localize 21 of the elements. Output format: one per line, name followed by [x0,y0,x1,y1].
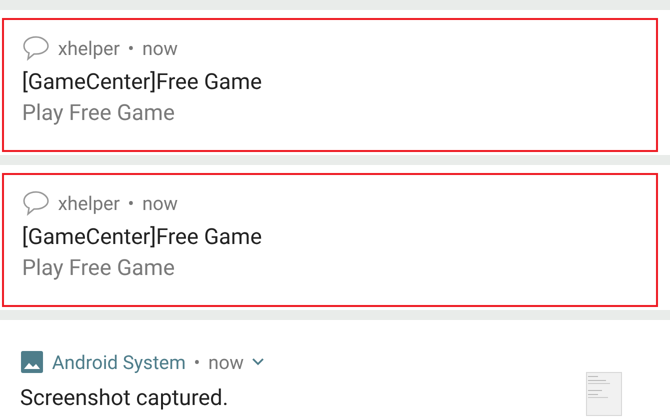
image-icon [20,350,44,374]
app-name: Android System [52,350,186,374]
app-name: xhelper [58,36,120,60]
notification-card[interactable]: xhelper • now [GameCenter]Free Game Play Free Game [0,165,670,310]
notification-card[interactable]: xhelper • now [GameCenter]Free Game Play Free Game [0,10,670,155]
separator-dot: • [128,36,134,60]
timestamp: now [208,350,244,374]
notification-title: Screenshot captured. [20,386,228,411]
separator-dot: • [194,350,200,374]
notification-title: [GameCenter]Free Game [22,225,263,250]
notification-card[interactable]: Android System • now Screenshot captured. [0,320,670,419]
notification-text: Play Free Game [22,256,176,281]
notification-text: Play Free Game [22,101,176,126]
chat-bubble-icon [22,35,50,61]
app-name: xhelper [58,192,120,214]
timestamp: now [142,36,178,60]
timestamp: now [142,192,178,214]
notification-title: [GameCenter]Free Game [22,70,263,95]
separator-dot: • [128,192,134,214]
chat-bubble-icon [22,190,50,216]
chevron-down-icon[interactable] [252,358,264,366]
